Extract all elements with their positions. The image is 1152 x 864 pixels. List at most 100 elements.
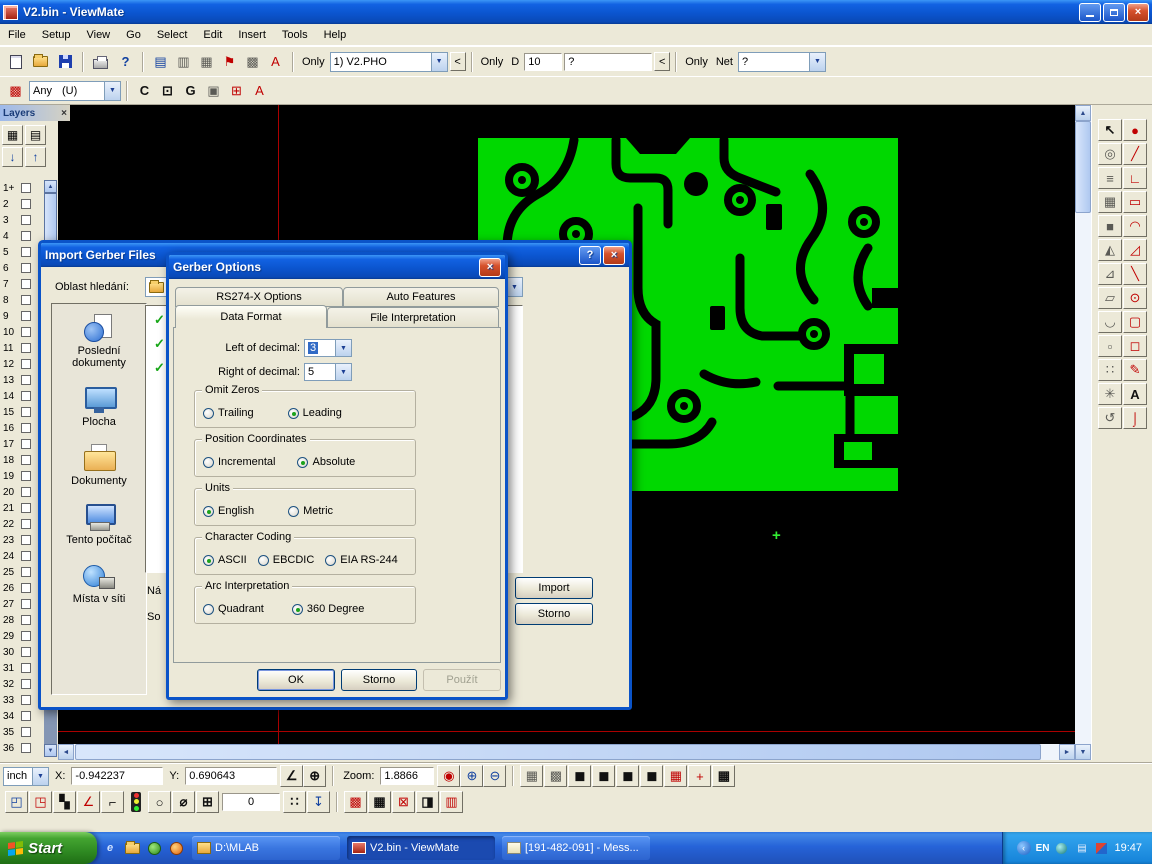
list-tool-icon[interactable]: ≡ <box>1098 167 1122 189</box>
scroll-left-icon[interactable]: ◄ <box>58 744 74 760</box>
scrollbar-thumb[interactable] <box>1075 121 1091 213</box>
radio-eia-rs244[interactable]: EIA RS-244 <box>325 554 397 566</box>
chevron-down-icon[interactable]: ▼ <box>104 82 120 100</box>
zoom-in-icon[interactable]: ⊕ <box>460 765 483 787</box>
pad-dark-icon[interactable]: ◼ <box>568 765 591 787</box>
fill-pattern-icon[interactable]: ▚ <box>53 791 76 813</box>
layer-visibility-checkbox[interactable] <box>21 487 31 497</box>
layer-row[interactable]: 4 <box>0 228 44 244</box>
radio-absolute[interactable]: Absolute <box>297 456 355 468</box>
import-button[interactable]: Import <box>515 577 593 599</box>
horizontal-scrollbar[interactable]: ◄ ► <box>58 744 1075 760</box>
chevron-down-icon[interactable]: ▼ <box>335 364 351 380</box>
selection-type-combo[interactable]: Any (U) ▼ <box>29 81 121 101</box>
layer-visibility-checkbox[interactable] <box>21 215 31 225</box>
pad-shape-icon[interactable]: ▣ <box>202 80 225 102</box>
layer-visibility-checkbox[interactable] <box>21 551 31 561</box>
layer-visibility-checkbox[interactable] <box>21 391 31 401</box>
tab-rs274x-options[interactable]: RS274-X Options <box>175 287 343 307</box>
sketch-tool-icon[interactable]: ✎ <box>1123 359 1147 381</box>
dcode-filter-field[interactable]: ? <box>564 53 652 71</box>
tray-network-icon[interactable] <box>1054 841 1069 856</box>
pad-tool-icon[interactable]: ● <box>1123 119 1147 141</box>
aperture-cross-icon[interactable]: ⊠ <box>392 791 415 813</box>
previous-dcode-button[interactable]: < <box>654 52 670 71</box>
hook-tool-icon[interactable]: ⌡ <box>1123 407 1147 429</box>
rectangle-tool-icon[interactable]: ▭ <box>1123 191 1147 213</box>
menu-item[interactable]: Tools <box>274 26 316 44</box>
layer-visibility-checkbox[interactable] <box>21 423 31 433</box>
print-icon[interactable] <box>89 51 112 73</box>
anchor-down-icon[interactable]: ↧ <box>307 791 330 813</box>
grid-red-icon[interactable]: ▦ <box>664 765 687 787</box>
menu-item[interactable]: Help <box>316 26 355 44</box>
unplated-hole-icon[interactable]: ○ <box>148 791 171 813</box>
layer-visibility-checkbox[interactable] <box>21 231 31 241</box>
layer-visibility-checkbox[interactable] <box>21 343 31 353</box>
layer-visibility-checkbox[interactable] <box>21 455 31 465</box>
tray-antivirus-icon[interactable] <box>1094 841 1109 856</box>
scrollbar-track[interactable] <box>1075 121 1091 744</box>
tray-collapse-icon[interactable]: ‹ <box>1017 841 1031 855</box>
circle-dcode-icon[interactable]: C <box>133 80 156 102</box>
layer-visibility-checkbox[interactable] <box>21 407 31 417</box>
scroll-down-icon[interactable]: ▼ <box>44 744 57 757</box>
right-of-decimal-combo[interactable]: 5 ▼ <box>304 363 352 381</box>
layer-visibility-checkbox[interactable] <box>21 295 31 305</box>
select-dcodes-icon[interactable]: ▥ <box>172 51 195 73</box>
open-file-icon[interactable] <box>29 51 52 73</box>
circle-tool-icon[interactable]: ⊙ <box>1123 287 1147 309</box>
unit-combo[interactable]: inch ▼ <box>3 767 49 786</box>
radio-leading[interactable]: Leading <box>288 407 342 419</box>
text-marker-icon[interactable]: A <box>264 51 287 73</box>
radio-quadrant[interactable]: Quadrant <box>203 603 264 615</box>
scrollbar-thumb[interactable] <box>75 744 1041 760</box>
corner-snap-icon[interactable]: ◰ <box>5 791 28 813</box>
taskbar-task[interactable]: D:\MLAB <box>192 836 340 860</box>
layer-down-button[interactable]: ↓ <box>2 147 23 167</box>
layer-visibility-checkbox[interactable] <box>21 279 31 289</box>
layers-panel-titlebar[interactable]: Layers × <box>0 105 70 121</box>
layer-visibility-checkbox[interactable] <box>21 263 31 273</box>
layer-visibility-checkbox[interactable] <box>21 327 31 337</box>
menu-item[interactable]: Insert <box>230 26 274 44</box>
target-dcode-icon[interactable]: ⊡ <box>156 80 179 102</box>
slope-tool-icon[interactable]: ⊿ <box>1098 263 1122 285</box>
clock[interactable]: 19:47 <box>1114 842 1142 854</box>
layer-row[interactable]: 2 <box>0 196 44 212</box>
radio-metric[interactable]: Metric <box>288 505 333 517</box>
left-of-decimal-combo[interactable]: 3 ▼ <box>304 339 352 357</box>
layer-visibility-checkbox[interactable] <box>21 183 31 193</box>
tab-file-interpretation[interactable]: File Interpretation <box>327 307 499 328</box>
hatch-marker-icon[interactable]: ▩ <box>241 51 264 73</box>
ruler-corner-icon[interactable]: ⌐ <box>101 791 124 813</box>
language-indicator[interactable]: EN <box>1036 843 1050 854</box>
select-cursor-icon[interactable]: ↖ <box>1098 119 1122 141</box>
firefox-icon[interactable] <box>167 839 185 857</box>
text-style-icon[interactable]: A <box>248 80 271 102</box>
cancel-button[interactable]: Storno <box>341 669 417 691</box>
apertures-icon[interactable]: ▩ <box>4 80 27 102</box>
layer-visibility-checkbox[interactable] <box>21 567 31 577</box>
close-icon[interactable]: × <box>61 108 67 119</box>
layer-visibility-checkbox[interactable] <box>21 599 31 609</box>
dcode-table-icon[interactable]: ▦ <box>195 51 218 73</box>
minimize-button[interactable] <box>1079 3 1101 22</box>
radio-trailing[interactable]: Trailing <box>203 407 254 419</box>
chevron-down-icon[interactable]: ▼ <box>809 53 825 71</box>
origin-target-icon[interactable]: ⊕ <box>303 765 326 787</box>
only-file-toggle[interactable]: Only <box>299 56 328 68</box>
layer-row[interactable]: 35 <box>0 724 44 740</box>
radio-ebcdic[interactable]: EBCDIC <box>258 554 315 566</box>
grid-toggle-icon[interactable]: ⊞ <box>196 791 219 813</box>
layer-visibility-checkbox[interactable] <box>21 535 31 545</box>
h-grid-icon[interactable]: ⊞ <box>225 80 248 102</box>
layer-row[interactable]: 36 <box>0 740 44 756</box>
parallelogram-tool-icon[interactable]: ▱ <box>1098 287 1122 309</box>
layer-visibility-checkbox[interactable] <box>21 311 31 321</box>
close-button[interactable]: × <box>479 258 501 277</box>
chevron-down-icon[interactable]: ▼ <box>431 53 447 71</box>
dot-pattern-tool-icon[interactable]: ∷ <box>1098 359 1122 381</box>
only-dcode-toggle[interactable]: Only <box>478 56 507 68</box>
flag-marker-icon[interactable]: ⚑ <box>218 51 241 73</box>
